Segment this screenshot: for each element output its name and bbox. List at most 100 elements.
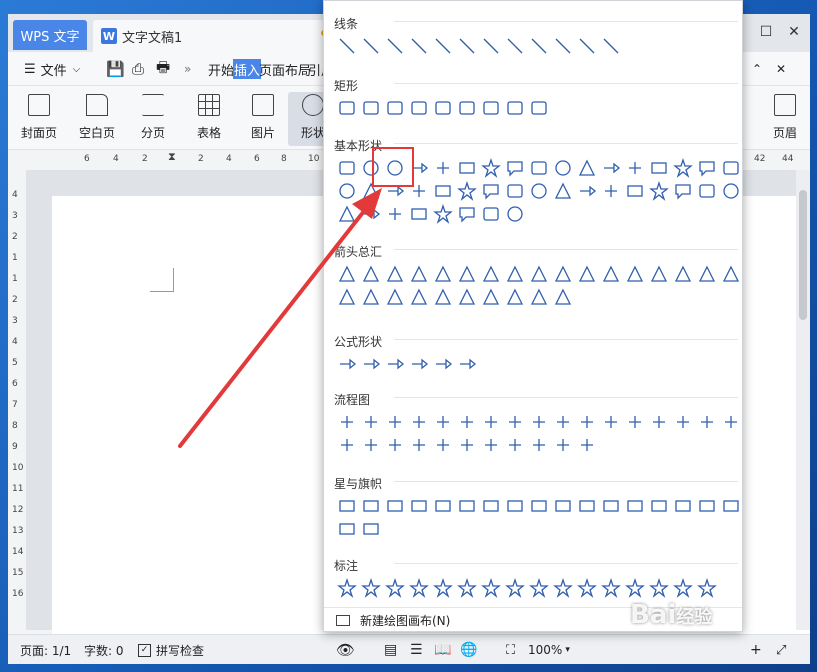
shape-option-icon[interactable] — [336, 263, 358, 285]
zoom-level[interactable]: 100% ▾ — [528, 635, 570, 664]
shape-option-icon[interactable] — [480, 286, 502, 308]
shape-option-icon[interactable] — [456, 263, 478, 285]
shape-option-icon[interactable] — [648, 411, 670, 433]
shape-option-icon[interactable] — [336, 411, 358, 433]
cover-page-button[interactable]: 封面页 — [14, 92, 64, 146]
shape-option-icon[interactable] — [360, 97, 382, 119]
shape-option-icon[interactable] — [432, 434, 454, 456]
picture-button[interactable]: 图片 — [238, 92, 288, 146]
shape-option-icon[interactable] — [552, 411, 574, 433]
shape-option-icon[interactable] — [552, 263, 574, 285]
shape-option-icon[interactable] — [576, 411, 598, 433]
shape-option-icon[interactable] — [456, 286, 478, 308]
shape-option-icon[interactable] — [408, 434, 430, 456]
shape-option-icon[interactable] — [480, 263, 502, 285]
shape-option-icon[interactable] — [432, 495, 454, 517]
shape-option-icon[interactable] — [504, 577, 526, 599]
shape-option-icon[interactable] — [552, 286, 574, 308]
shape-option-icon[interactable] — [648, 577, 670, 599]
shape-option-icon[interactable] — [528, 577, 550, 599]
shape-option-icon[interactable] — [336, 157, 358, 179]
table-button[interactable]: 表格 — [184, 92, 234, 146]
shape-option-icon[interactable] — [408, 203, 430, 225]
shape-option-icon[interactable] — [504, 157, 526, 179]
shape-option-icon[interactable] — [552, 180, 574, 202]
shape-option-icon[interactable] — [480, 495, 502, 517]
shape-option-icon[interactable] — [336, 35, 358, 57]
restore-window-icon[interactable]: ☐ — [756, 22, 776, 42]
shape-option-icon[interactable] — [408, 263, 430, 285]
shape-option-icon[interactable] — [576, 434, 598, 456]
shape-option-icon[interactable] — [720, 263, 742, 285]
shape-option-icon[interactable] — [408, 577, 430, 599]
shape-option-icon[interactable] — [456, 495, 478, 517]
shape-option-icon[interactable] — [456, 97, 478, 119]
shape-option-icon[interactable] — [456, 434, 478, 456]
menu-insert[interactable]: 插入 — [233, 59, 262, 79]
shape-option-icon[interactable] — [336, 286, 358, 308]
shape-option-icon[interactable] — [696, 577, 718, 599]
shape-option-icon[interactable] — [720, 157, 742, 179]
shape-option-icon[interactable] — [336, 353, 358, 375]
shape-option-icon[interactable] — [360, 203, 382, 225]
shape-option-icon[interactable] — [528, 157, 550, 179]
shape-option-icon[interactable] — [672, 180, 694, 202]
shape-option-icon[interactable] — [504, 434, 526, 456]
shape-option-icon[interactable] — [360, 35, 382, 57]
shape-option-icon[interactable] — [600, 180, 622, 202]
shape-option-icon[interactable] — [336, 518, 358, 540]
shape-option-icon[interactable] — [576, 157, 598, 179]
shape-option-icon[interactable] — [480, 97, 502, 119]
shape-option-icon[interactable] — [384, 411, 406, 433]
shape-option-icon[interactable] — [432, 157, 454, 179]
shape-option-icon[interactable] — [456, 35, 478, 57]
indent-marker-icon[interactable]: ⧗ — [168, 150, 176, 164]
shape-option-icon[interactable] — [480, 180, 502, 202]
shape-option-icon[interactable] — [360, 411, 382, 433]
shape-option-icon[interactable] — [408, 97, 430, 119]
shape-option-icon[interactable] — [648, 157, 670, 179]
zoom-in-icon[interactable]: + — [750, 635, 762, 664]
shape-option-icon[interactable] — [600, 411, 622, 433]
shape-option-icon[interactable] — [408, 35, 430, 57]
shape-option-icon[interactable] — [456, 180, 478, 202]
shape-option-icon[interactable] — [600, 495, 622, 517]
shape-option-icon[interactable] — [480, 434, 502, 456]
shape-option-icon[interactable] — [600, 35, 622, 57]
shape-option-icon[interactable] — [696, 157, 718, 179]
shape-option-icon[interactable] — [696, 495, 718, 517]
shape-option-icon[interactable] — [336, 434, 358, 456]
shape-option-icon[interactable] — [720, 180, 742, 202]
shape-option-icon[interactable] — [384, 286, 406, 308]
header-button[interactable]: 页眉 — [760, 92, 810, 146]
spell-check[interactable]: ✓ 拼写检查 — [138, 635, 204, 664]
shape-option-icon[interactable] — [360, 263, 382, 285]
outline-view-icon[interactable]: ☰ — [410, 635, 423, 664]
shape-option-icon[interactable] — [504, 286, 526, 308]
shape-option-icon[interactable] — [480, 35, 502, 57]
file-menu[interactable]: ☰ 文件 ⌵ — [24, 52, 80, 86]
scrollbar-thumb[interactable] — [799, 190, 807, 320]
shape-option-icon[interactable] — [504, 35, 526, 57]
shape-option-icon[interactable] — [528, 411, 550, 433]
shape-option-icon[interactable] — [456, 353, 478, 375]
shape-option-icon[interactable] — [408, 353, 430, 375]
shape-option-icon[interactable] — [672, 577, 694, 599]
shape-option-icon[interactable] — [384, 203, 406, 225]
page-break-button[interactable]: 分页 — [128, 92, 178, 146]
shape-option-icon[interactable] — [696, 411, 718, 433]
shape-option-icon[interactable] — [576, 495, 598, 517]
shape-option-icon[interactable] — [504, 203, 526, 225]
shape-option-icon[interactable] — [360, 353, 382, 375]
shape-option-icon[interactable] — [360, 286, 382, 308]
collapse-ribbon-icon[interactable]: ⌃ — [752, 52, 762, 86]
shape-option-icon[interactable] — [384, 263, 406, 285]
shape-option-icon[interactable] — [360, 518, 382, 540]
shape-option-icon[interactable] — [528, 180, 550, 202]
shape-option-icon[interactable] — [528, 97, 550, 119]
shape-option-icon[interactable] — [384, 35, 406, 57]
shape-option-icon[interactable] — [696, 180, 718, 202]
shape-option-icon[interactable] — [456, 577, 478, 599]
shape-option-icon[interactable] — [672, 157, 694, 179]
shape-option-icon[interactable] — [648, 495, 670, 517]
